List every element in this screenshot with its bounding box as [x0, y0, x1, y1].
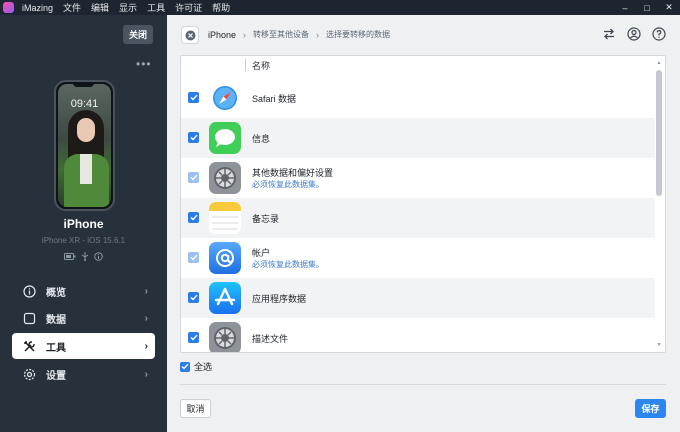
app-store-icon: [209, 282, 241, 314]
list-item-notes[interactable]: 备忘录: [181, 198, 655, 238]
list-item-profiles[interactable]: 描述文件: [181, 318, 655, 352]
sidebar-item-label: 数据: [46, 315, 66, 327]
row-title: 描述文件: [252, 334, 289, 344]
menu-tools[interactable]: 工具: [147, 1, 165, 14]
menu-view[interactable]: 显示: [119, 1, 137, 14]
chevron-right-icon: ›: [144, 340, 148, 352]
tools-icon: [22, 339, 36, 353]
help-icon[interactable]: [652, 27, 666, 41]
device-name: iPhone: [63, 217, 104, 231]
phone-clock: 09:41: [70, 98, 99, 110]
messages-icon: [209, 122, 241, 154]
notes-icon: [209, 202, 241, 234]
cancel-button[interactable]: 取消: [180, 399, 211, 418]
app-logo-icon: [3, 2, 14, 13]
data-list: 名称 Safari 数据 信息 其他数据和偏好设置 必须恢复此数据集。 备忘录 …: [180, 55, 666, 353]
menu-file[interactable]: 文件: [63, 1, 81, 14]
list-scrollbar[interactable]: ▲ ▼: [656, 60, 662, 348]
chevron-right-icon: ›: [144, 313, 148, 325]
save-button[interactable]: 保存: [635, 399, 666, 418]
menu-license[interactable]: 许可证: [175, 1, 202, 14]
checkbox-icon[interactable]: [180, 361, 190, 372]
device-image: 09:41: [54, 80, 115, 211]
breadcrumb-transfer[interactable]: 转移至其他设备: [253, 29, 309, 40]
menu-help[interactable]: 帮助: [212, 1, 230, 14]
info-icon[interactable]: [94, 252, 103, 261]
row-checkbox[interactable]: [188, 172, 199, 183]
sidebar-item-label: 设置: [46, 370, 66, 382]
info-circle-icon: [22, 284, 36, 298]
row-title: 其他数据和偏好设置: [252, 168, 334, 178]
column-header-name[interactable]: 名称: [252, 59, 270, 72]
menu-edit[interactable]: 编辑: [91, 1, 109, 14]
phone-wallpaper: 09:41: [58, 84, 111, 207]
more-options-icon[interactable]: •••: [136, 58, 152, 70]
column-divider: [245, 59, 246, 71]
toolbar-icons: [602, 27, 666, 41]
app-name: iMazing: [22, 2, 54, 13]
battery-icon: [64, 252, 76, 261]
safari-icon: [209, 82, 241, 114]
square-icon: [22, 312, 36, 326]
list-item-messages[interactable]: 信息: [181, 118, 655, 158]
chevron-right-icon: ›: [144, 368, 148, 380]
divider: [180, 384, 666, 385]
cancel-transfer-button[interactable]: [181, 26, 199, 44]
sidebar: 关闭 ••• 09:41 iPhone iPhone XR - iOS 15.6…: [0, 15, 167, 432]
list-item-safari[interactable]: Safari 数据: [181, 78, 655, 118]
row-checkbox[interactable]: [188, 212, 199, 223]
breadcrumb: iPhone › 转移至其他设备 › 选择要转移的数据: [208, 29, 390, 40]
list-header: 名称: [181, 56, 655, 78]
profiles-icon: [209, 322, 241, 352]
device-status: [64, 252, 103, 261]
row-title: 应用程序数据: [252, 294, 307, 304]
sidebar-item-data[interactable]: 数据 ›: [12, 306, 155, 332]
sidebar-item-label: 概览: [46, 287, 66, 299]
scroll-up-icon[interactable]: ▲: [656, 60, 662, 66]
title-bar: iMazing 文件 编辑 显示 工具 许可证 帮助 ‒ □ ✕: [0, 0, 680, 15]
row-title: 备忘录: [252, 214, 280, 224]
window-controls: ‒ □ ✕: [614, 0, 680, 15]
list-item-other-data[interactable]: 其他数据和偏好设置 必须恢复此数据集。: [181, 158, 655, 198]
list-item-accounts[interactable]: 帐户 必须恢复此数据集。: [181, 238, 655, 278]
close-window-button[interactable]: ✕: [658, 0, 680, 15]
gear-icon: [22, 367, 36, 381]
sidebar-item-tools[interactable]: 工具 ›: [12, 333, 155, 360]
breadcrumb-device[interactable]: iPhone: [208, 30, 236, 40]
sidebar-item-overview[interactable]: 概览 ›: [12, 278, 155, 304]
row-title: 帐户: [252, 248, 271, 258]
chevron-right-icon: ›: [316, 29, 320, 40]
transfer-icon[interactable]: [602, 27, 616, 41]
row-checkbox[interactable]: [188, 252, 199, 263]
breadcrumb-select-data: 选择要转移的数据: [326, 30, 391, 39]
sidebar-item-settings[interactable]: 设置 ›: [12, 361, 155, 387]
scroll-down-icon[interactable]: ▼: [656, 342, 662, 348]
sidebar-item-label: 工具: [46, 342, 66, 354]
row-checkbox[interactable]: [188, 132, 199, 143]
maximize-button[interactable]: □: [636, 0, 658, 15]
account-icon[interactable]: [627, 27, 641, 41]
row-checkbox[interactable]: [188, 332, 199, 343]
chevron-right-icon: ›: [243, 29, 247, 40]
row-title: Safari 数据: [252, 94, 297, 104]
sidebar-nav: 概览 › 数据 › 工具 › 设置 ›: [12, 278, 155, 389]
minimize-button[interactable]: ‒: [614, 0, 636, 15]
usb-icon: [81, 252, 89, 261]
row-subtitle: 必须恢复此数据集。: [252, 260, 324, 269]
close-button[interactable]: 关闭: [123, 25, 153, 44]
row-checkbox[interactable]: [188, 292, 199, 303]
chevron-right-icon: ›: [144, 285, 148, 297]
row-title: 信息: [252, 134, 271, 144]
accounts-icon: [209, 242, 241, 274]
scroll-thumb[interactable]: [656, 70, 662, 196]
device-model: iPhone XR - iOS 15.6.1: [41, 236, 126, 245]
row-checkbox[interactable]: [188, 92, 199, 103]
list-item-app-data[interactable]: 应用程序数据: [181, 278, 655, 318]
settings-icon: [209, 162, 241, 194]
row-subtitle: 必须恢复此数据集。: [252, 180, 324, 189]
select-all-label: 全选: [194, 362, 213, 372]
main-panel: iPhone › 转移至其他设备 › 选择要转移的数据 名称 Safari 数据: [167, 15, 680, 432]
select-all-checkbox[interactable]: 全选: [180, 360, 212, 373]
close-circle-icon: [185, 30, 195, 40]
